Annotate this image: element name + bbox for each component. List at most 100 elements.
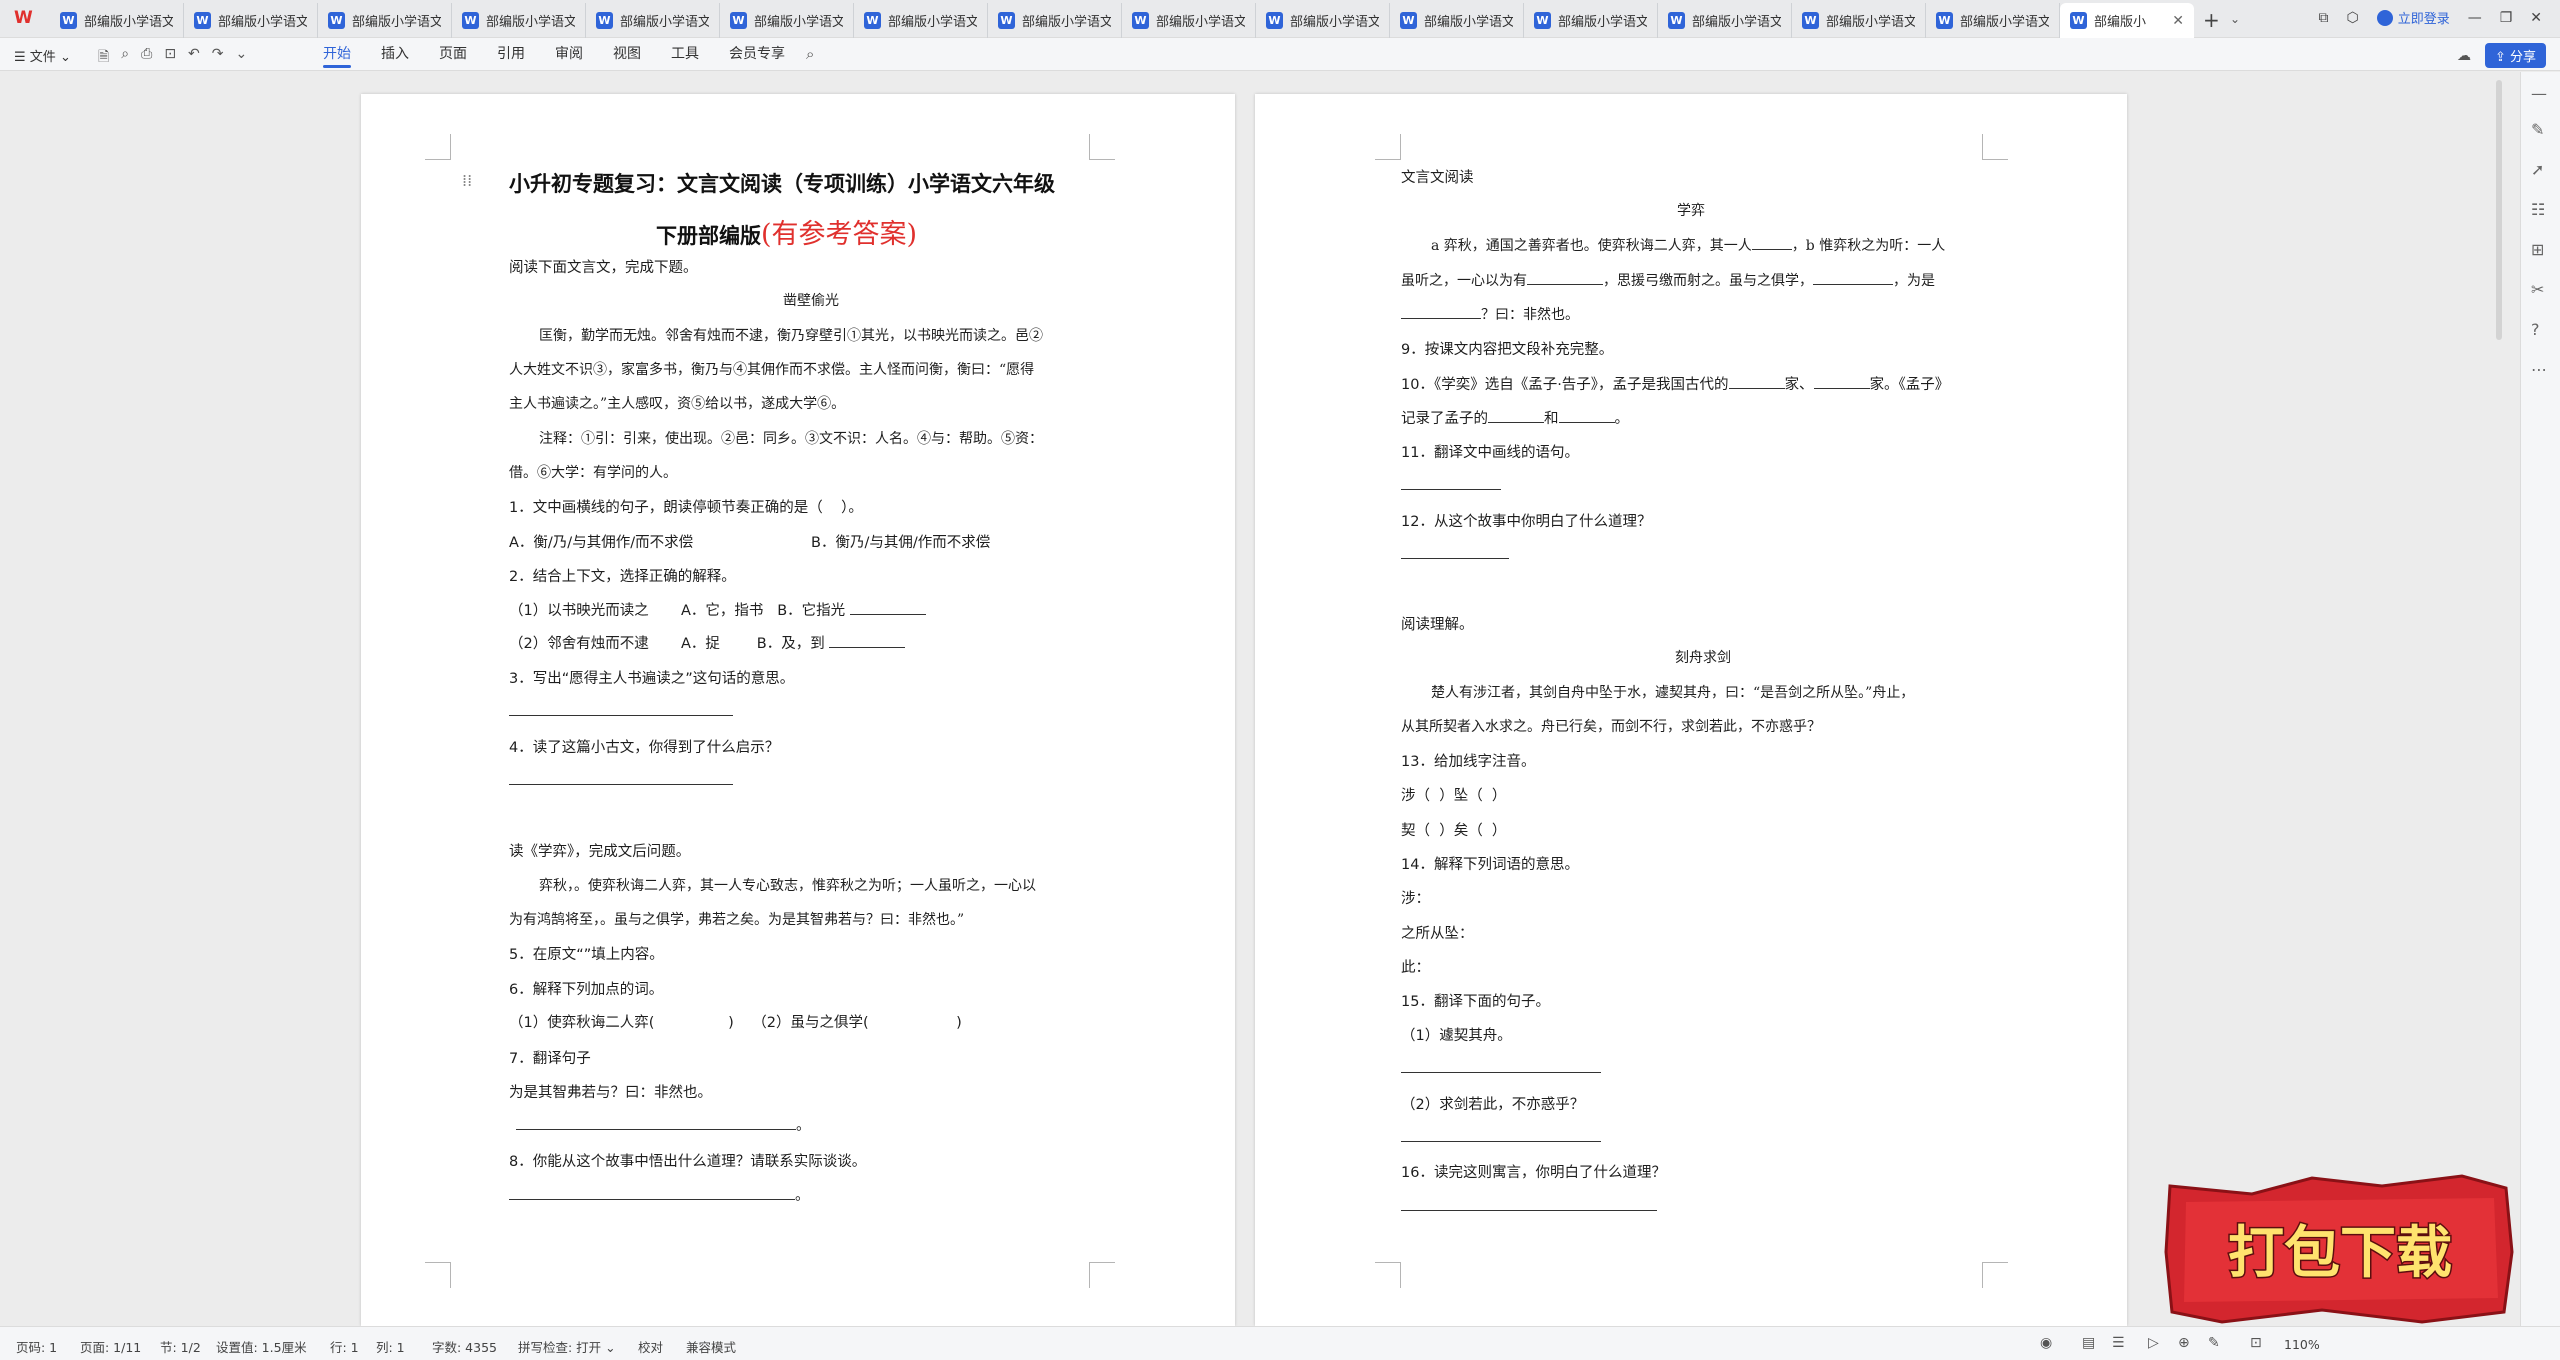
document-page-2[interactable]: 文言文阅读 学弈 a 弈秋，通国之善弈者也。使弈秋诲二人弈，其一人 ，b 惟弈秋之… <box>1255 94 2127 1326</box>
avatar-icon <box>2376 9 2393 26</box>
document-tab[interactable]: W 部编版小学语文 <box>1390 3 1524 38</box>
status-word-count[interactable]: 字数: 4355 <box>432 1337 497 1356</box>
ribbon-tab[interactable]: 视图 <box>613 38 641 71</box>
status-col[interactable]: 列: 1 <box>376 1337 405 1356</box>
answer-blank[interactable] <box>829 633 906 648</box>
paragraph-drag-handle-icon[interactable]: ⁞⁞ <box>462 171 472 190</box>
document-tab[interactable]: W 部编版小学语文 <box>50 3 184 38</box>
file-menu-button[interactable]: ☰ 文件 ⌄ <box>14 46 71 65</box>
answer-line[interactable] <box>509 770 733 789</box>
answer-line[interactable] <box>509 701 733 720</box>
close-window-icon[interactable]: ✕ <box>2530 10 2542 26</box>
answer-blank[interactable] <box>1813 270 1893 285</box>
answer-blank[interactable] <box>1527 270 1603 285</box>
window-layout-icon[interactable]: ⧉ <box>2318 10 2328 26</box>
question-14: 14．解释下列词语的意思。 <box>1401 857 1579 873</box>
select-icon[interactable]: ➚ <box>2531 160 2544 179</box>
answer-line[interactable] <box>1401 1196 1657 1215</box>
cube-icon[interactable]: ⬡ <box>2346 10 2358 26</box>
print-icon[interactable]: ⎙ <box>141 46 152 70</box>
ribbon-tab[interactable]: 工具 <box>671 38 699 71</box>
more-icon[interactable]: ⋯ <box>2531 360 2547 379</box>
ribbon-tab[interactable]: 会员专享 <box>729 38 785 71</box>
status-row[interactable]: 行: 1 <box>330 1337 359 1356</box>
outline-view-icon[interactable]: ☰ <box>2112 1335 2125 1351</box>
answer-line[interactable]: 。 <box>516 1114 811 1135</box>
document-tab[interactable]: W 部编版小学语文 <box>184 3 318 38</box>
pen-icon[interactable]: ✎ <box>2531 120 2544 139</box>
open-icon[interactable]: ⌕ <box>121 46 129 70</box>
status-setting[interactable]: 设置值: 1.5厘米 <box>216 1337 307 1356</box>
document-tab[interactable]: W 部编版小学语文 <box>1926 3 2060 38</box>
play-icon[interactable]: ▷ <box>2148 1335 2159 1351</box>
page-title-line2: 下册部编版(有参考答案) <box>656 212 917 251</box>
document-tab[interactable]: W 部编版小学语文 <box>854 3 988 38</box>
redo-icon[interactable]: ↷ <box>212 46 224 70</box>
share-button[interactable]: ⇪ 分享 <box>2484 43 2546 68</box>
document-tab[interactable]: W 部编版小学语文 <box>720 3 854 38</box>
ribbon-tab[interactable]: 插入 <box>381 38 409 71</box>
proofread-button[interactable]: 校对 <box>638 1337 663 1356</box>
ribbon-tab[interactable]: 开始 <box>323 38 351 71</box>
document-tab[interactable]: W 部编版小学语文 <box>988 3 1122 38</box>
answer-blank[interactable] <box>849 600 926 615</box>
settings-icon[interactable]: ☷ <box>2531 200 2545 219</box>
zoom-level[interactable]: 110% <box>2284 1337 2320 1352</box>
new-tab-button[interactable]: + <box>2203 8 2220 32</box>
document-tab[interactable]: W 部编版小学语文 <box>1256 3 1390 38</box>
web-view-icon[interactable]: ⊕ <box>2178 1335 2190 1351</box>
document-tab[interactable]: W 部编版小学语文 <box>1658 3 1792 38</box>
document-tab[interactable]: W 部编版小学语文 <box>318 3 452 38</box>
tab-list-chevron-icon[interactable]: ⌄ <box>2230 12 2240 26</box>
more-chevron-icon[interactable]: ⌄ <box>236 46 248 70</box>
answer-blank[interactable] <box>1488 408 1544 423</box>
active-document-tab[interactable]: W 部编版小 ✕ <box>2060 3 2194 38</box>
restore-icon[interactable]: ❐ <box>2500 10 2513 26</box>
collapse-icon[interactable]: — <box>2531 84 2547 103</box>
document-tab[interactable]: W 部编版小学语文 <box>1524 3 1658 38</box>
answer-line[interactable]: 。 <box>509 1184 810 1205</box>
answer-blank[interactable] <box>1401 304 1481 319</box>
fit-page-icon[interactable]: ⊡ <box>2250 1335 2262 1351</box>
search-icon[interactable]: ⌕ <box>806 45 814 63</box>
cloud-sync-icon[interactable]: ☁ <box>2457 48 2471 64</box>
save-icon[interactable]: 🗎 <box>98 46 109 70</box>
answer-blank[interactable] <box>1813 374 1870 389</box>
status-pages[interactable]: 页面: 1/11 <box>80 1337 141 1356</box>
answer-line[interactable] <box>1401 544 1509 563</box>
document-tab[interactable]: W 部编版小学语文 <box>452 3 586 38</box>
answer-line[interactable] <box>1401 1058 1601 1077</box>
document-tab[interactable]: W 部编版小学语文 <box>1792 3 1926 38</box>
status-section[interactable]: 节: 1/2 <box>160 1337 201 1356</box>
vertical-scrollbar[interactable] <box>2496 80 2502 340</box>
answer-blank[interactable] <box>1558 408 1615 423</box>
answer-line[interactable] <box>1401 475 1501 494</box>
document-tab[interactable]: W 部编版小学语文 <box>586 3 720 38</box>
answer-blank[interactable] <box>1751 235 1792 250</box>
eye-protection-icon[interactable]: ◉ <box>2040 1335 2052 1351</box>
answer-blank[interactable] <box>1728 374 1785 389</box>
status-page[interactable]: 页码: 1 <box>16 1337 57 1356</box>
login-button[interactable]: 立即登录 <box>2376 8 2450 27</box>
print-preview-icon[interactable]: ⊡ <box>164 46 176 70</box>
minimize-icon[interactable]: — <box>2468 10 2482 26</box>
ribbon-tab[interactable]: 页面 <box>439 38 467 71</box>
page-view-icon[interactable]: ▤ <box>2082 1335 2095 1351</box>
document-page-1[interactable]: 小升初专题复习：文言文阅读（专项训练）小学语文六年级 下册部编版(有参考答案) … <box>361 94 1235 1326</box>
document-tab[interactable]: W 部编版小学语文 <box>1122 3 1256 38</box>
download-banner[interactable]: 打包下载 <box>2162 1172 2518 1326</box>
undo-icon[interactable]: ↶ <box>188 46 200 70</box>
wps-logo-icon[interactable]: W <box>14 8 38 30</box>
pinyin-row: 涉（ ）坠（ ） <box>1401 788 1507 804</box>
word-doc-icon: W <box>1266 12 1283 29</box>
term-line: 之所从坠： <box>1401 926 1474 942</box>
spell-check-toggle[interactable]: 拼写检查: 打开 ⌄ <box>518 1337 616 1356</box>
style-icon[interactable]: ⊞ <box>2531 240 2544 259</box>
close-tab-icon[interactable]: ✕ <box>2172 13 2184 29</box>
ribbon-tab[interactable]: 审阅 <box>555 38 583 71</box>
ribbon-tab[interactable]: 引用 <box>497 38 525 71</box>
tools-icon[interactable]: ✂ <box>2531 280 2544 299</box>
answer-line[interactable] <box>1401 1127 1601 1146</box>
write-icon[interactable]: ✎ <box>2208 1335 2220 1351</box>
help-icon[interactable]: ? <box>2531 320 2540 339</box>
